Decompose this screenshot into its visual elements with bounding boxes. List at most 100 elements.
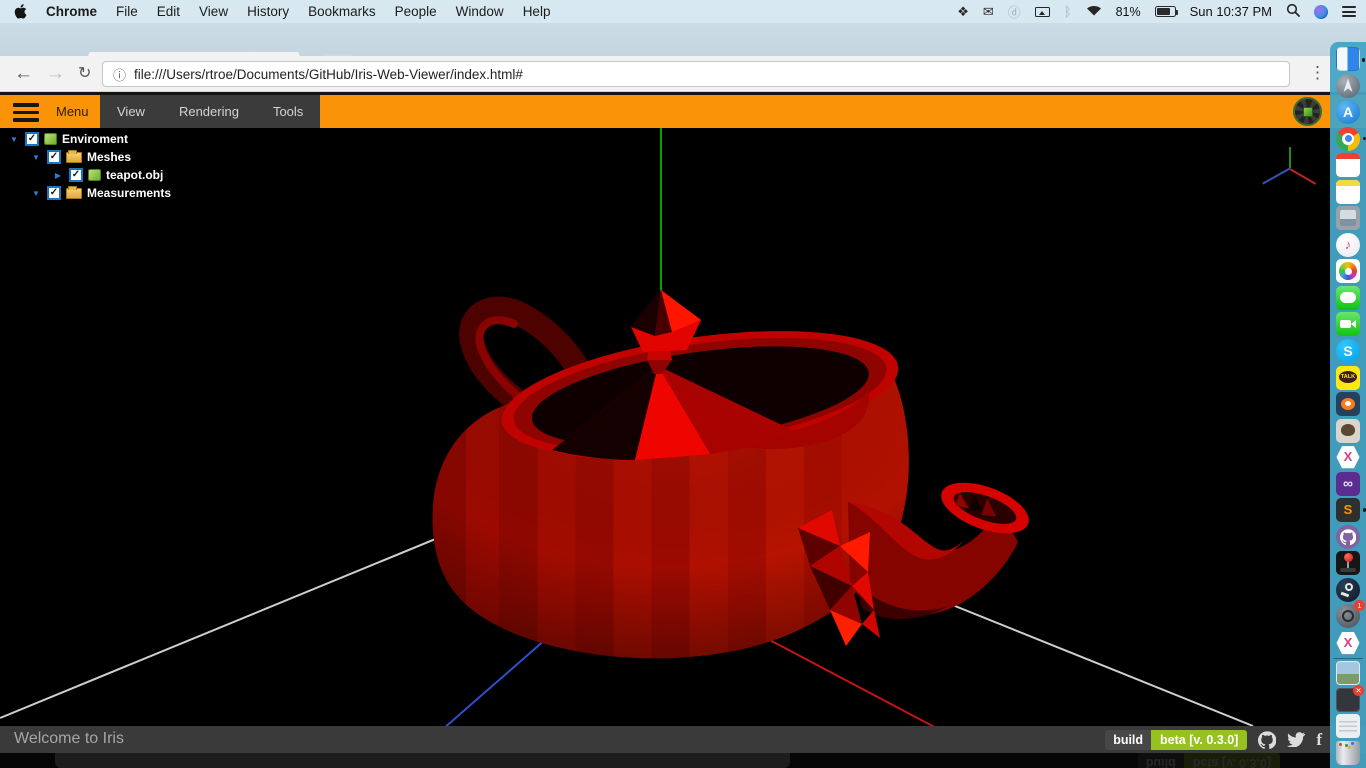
notification-center-icon[interactable] — [1342, 6, 1356, 17]
dock-stack-images[interactable] — [1336, 661, 1360, 685]
menubar-item-file[interactable]: File — [116, 4, 138, 19]
url-text[interactable]: file:///Users/rtroe/Documents/GitHub/Iri… — [134, 67, 523, 82]
dock-messages[interactable] — [1336, 286, 1360, 310]
dock-xamarin[interactable]: X — [1336, 445, 1360, 469]
build-badge: build — [1105, 730, 1151, 750]
bluetooth-icon[interactable]: ᛒ — [1064, 4, 1072, 19]
reload-button[interactable]: ↻ — [78, 62, 91, 86]
battery-percent: 81% — [1116, 5, 1141, 19]
statusbar-reflection: build beta [v. 0.3.0] — [1138, 753, 1280, 768]
dock-sublime-text[interactable]: S — [1336, 498, 1360, 522]
menu-label[interactable]: Menu — [56, 104, 89, 119]
menubar-clock[interactable]: Sun 10:37 PM — [1190, 4, 1272, 19]
dock-launchpad[interactable] — [1336, 74, 1360, 98]
expand-toggle-icon[interactable]: ▶ — [52, 171, 64, 180]
dock-chrome[interactable] — [1336, 127, 1360, 151]
battery-icon[interactable] — [1155, 6, 1176, 17]
dock-badge: ✕ — [1353, 685, 1364, 696]
apple-menu-icon[interactable] — [14, 4, 27, 19]
dock-system-utility[interactable] — [1336, 206, 1360, 230]
dock-openemu[interactable] — [1336, 551, 1360, 575]
dock-skype[interactable]: S — [1336, 339, 1360, 363]
facebook-icon[interactable]: f — [1316, 730, 1322, 750]
dock-itunes[interactable]: ♪ — [1336, 233, 1360, 257]
dock-badge: 1 — [1354, 600, 1365, 611]
chrome-menu-icon[interactable]: ⋮ — [1309, 63, 1326, 83]
dock-divider — [1333, 658, 1363, 659]
airplay-icon[interactable] — [1035, 7, 1050, 17]
visibility-checkbox[interactable]: ✓ — [69, 168, 83, 182]
dock-app-store[interactable]: A — [1336, 100, 1360, 124]
iris-logo-icon[interactable] — [1293, 97, 1322, 126]
dock-stack-papers[interactable] — [1336, 714, 1360, 738]
cube-icon — [88, 169, 101, 181]
version-badges: build beta [v. 0.3.0] — [1105, 730, 1247, 750]
menubar-item-bookmarks[interactable]: Bookmarks — [308, 4, 376, 19]
menubar-item-edit[interactable]: Edit — [157, 4, 180, 19]
tree-row-enviroment: ▼✓Enviroment — [4, 130, 171, 148]
wifi-icon[interactable] — [1086, 4, 1102, 19]
macos-menu-bar: Chrome File Edit View History Bookmarks Peopl… — [0, 0, 1366, 23]
visibility-checkbox[interactable]: ✓ — [25, 132, 39, 146]
status-message: Welcome to Iris — [14, 730, 124, 748]
back-button[interactable]: ← — [14, 62, 33, 86]
dock-notes[interactable] — [1336, 180, 1360, 204]
forward-button[interactable]: → — [46, 62, 65, 86]
app-status-bar: Welcome to Iris build beta [v. 0.3.0] f — [0, 726, 1366, 753]
menubar-app-name[interactable]: Chrome — [46, 4, 97, 19]
beta-version-badge: beta [v. 0.3.0] — [1151, 730, 1247, 750]
dock-blender[interactable] — [1336, 392, 1360, 416]
chrome-tab-strip: IRIS Viewer - [v. 0.3.0 - Beta] ✕ Guest — [0, 23, 1366, 56]
menubar-item-view[interactable]: View — [199, 4, 228, 19]
dock-trash[interactable] — [1336, 741, 1360, 765]
twitter-icon[interactable] — [1287, 732, 1305, 747]
mail-icon[interactable]: ✉ — [983, 4, 994, 20]
macos-dock: A♪STALKX∞S1X✕ — [1330, 42, 1366, 768]
dock-xamarin-studio[interactable]: X — [1336, 631, 1360, 655]
scene-tree: ▼✓Enviroment▼✓Meshes▶✓teapot.obj▼✓Measur… — [4, 130, 171, 202]
dropbox-icon[interactable]: ❖ — [957, 4, 969, 20]
dock-photos[interactable] — [1336, 259, 1360, 283]
menubar-item-history[interactable]: History — [247, 4, 289, 19]
expand-toggle-icon[interactable]: ▼ — [8, 135, 20, 144]
drive-icon[interactable]: ⓓ — [1008, 2, 1021, 21]
iris-app-bar: Menu ViewRenderingTools — [0, 92, 1366, 128]
expand-toggle-icon[interactable]: ▼ — [30, 153, 42, 162]
dock-facetime[interactable] — [1336, 312, 1360, 336]
spotlight-icon[interactable] — [1286, 3, 1300, 20]
tree-row-meshes: ▼✓Meshes — [4, 148, 171, 166]
y-axis-green-line — [660, 128, 662, 300]
dock-calendar[interactable] — [1336, 153, 1360, 177]
app-tab-view[interactable]: View — [100, 95, 162, 128]
chrome-toolbar: ← → ↻ ⓘ file:///Users/rtroe/Documents/Gi… — [0, 56, 1366, 92]
dock-steam[interactable] — [1336, 578, 1360, 602]
dock-visual-studio[interactable]: ∞ — [1336, 472, 1360, 496]
dock-github-desktop[interactable] — [1336, 525, 1360, 549]
menubar-item-help[interactable]: Help — [523, 4, 551, 19]
visibility-checkbox[interactable]: ✓ — [47, 150, 61, 164]
tree-row-teapot-obj: ▶✓teapot.obj — [4, 166, 171, 184]
teapot-model — [400, 280, 1040, 700]
app-tab-rendering[interactable]: Rendering — [162, 95, 256, 128]
dock-stack-documents[interactable]: ✕ — [1336, 688, 1360, 712]
visibility-checkbox[interactable]: ✓ — [47, 186, 61, 200]
address-bar[interactable]: ⓘ file:///Users/rtroe/Documents/GitHub/I… — [102, 61, 1290, 87]
dock-finder[interactable] — [1336, 47, 1360, 71]
app-nav-tabs: ViewRenderingTools — [100, 95, 320, 128]
github-icon[interactable] — [1258, 731, 1276, 749]
dock-gimp[interactable] — [1336, 419, 1360, 443]
folder-icon — [66, 188, 82, 199]
hamburger-icon[interactable] — [13, 103, 39, 122]
dock-kakaotalk[interactable]: TALK — [1336, 366, 1360, 390]
dock-game-app[interactable]: 1 — [1336, 604, 1360, 628]
cube-icon — [44, 133, 57, 145]
bottom-strip: build beta [v. 0.3.0] — [0, 753, 1366, 768]
expand-toggle-icon[interactable]: ▼ — [30, 189, 42, 198]
menubar-item-window[interactable]: Window — [456, 4, 504, 19]
folder-icon — [66, 152, 82, 163]
siri-icon[interactable] — [1314, 5, 1328, 19]
app-tab-tools[interactable]: Tools — [256, 95, 320, 128]
viewport-3d-canvas[interactable]: ▼✓Enviroment▼✓Meshes▶✓teapot.obj▼✓Measur… — [0, 128, 1366, 726]
menubar-item-people[interactable]: People — [395, 4, 437, 19]
page-info-icon[interactable]: ⓘ — [113, 65, 126, 84]
